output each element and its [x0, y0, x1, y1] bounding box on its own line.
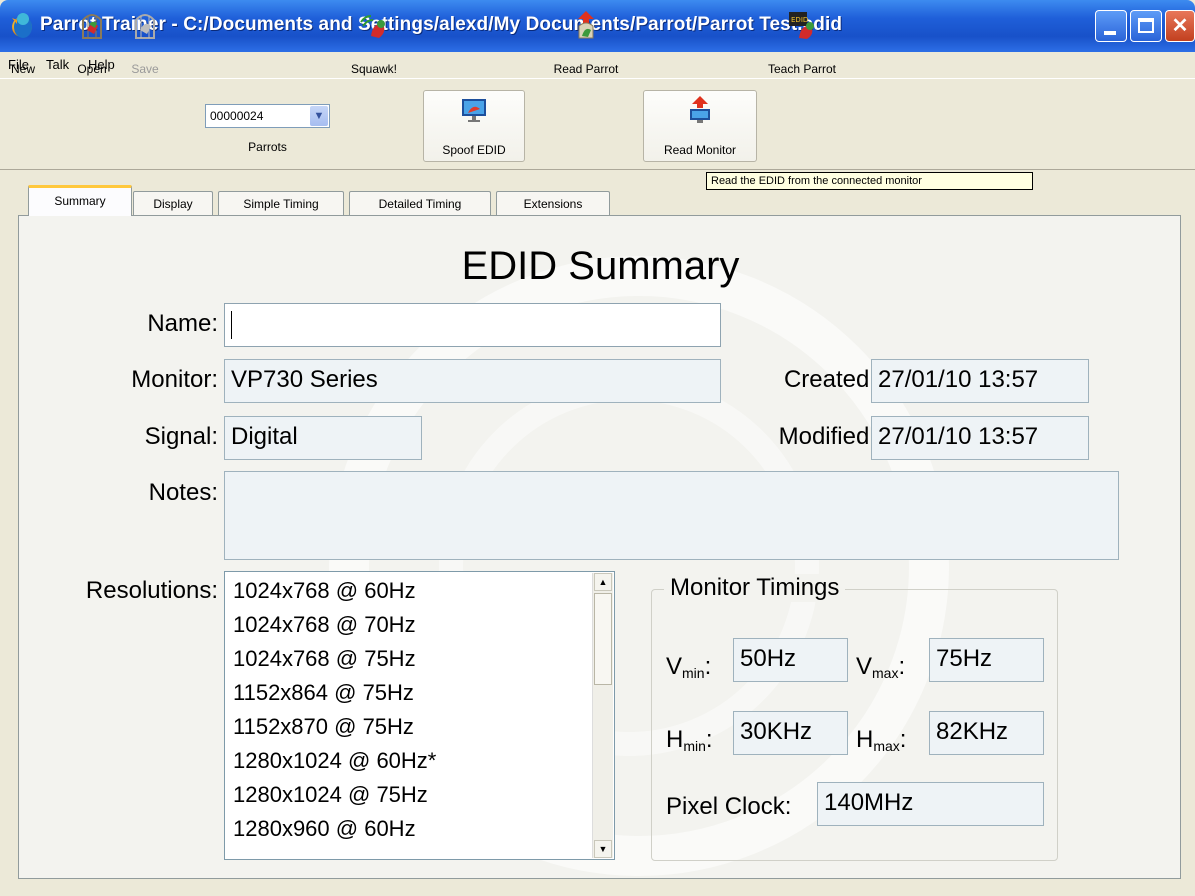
open-label: Open: [77, 62, 107, 76]
squawk-label: Squawk!: [350, 62, 398, 76]
read-parrot-button[interactable]: Read Parrot: [538, 6, 634, 82]
min-subscript: min: [683, 738, 706, 754]
spoof-edid-label: Spoof EDID: [442, 143, 506, 157]
vmax-label: Vmax:: [856, 653, 905, 681]
chevron-down-icon[interactable]: ▼: [310, 106, 328, 126]
hmax-field: 82KHz: [929, 711, 1044, 755]
tab-display[interactable]: Display: [133, 191, 213, 215]
hmin-field: 30KHz: [733, 711, 848, 755]
teach-parrot-icon: EDID: [787, 10, 817, 40]
read-parrot-icon: [571, 10, 601, 40]
resolutions-list[interactable]: 1024x768 @ 60Hz 1024x768 @ 70Hz 1024x768…: [224, 571, 615, 860]
scroll-up-arrow-icon[interactable]: ▲: [594, 573, 612, 591]
svg-text:EDID: EDID: [791, 16, 808, 24]
save-label: Save: [131, 62, 159, 76]
max-subscript: max: [872, 665, 899, 681]
colon: :: [899, 726, 907, 753]
created-field: 27/01/10 13:57: [871, 359, 1089, 403]
read-monitor-button[interactable]: Read Monitor: [643, 90, 757, 162]
list-item[interactable]: 1280x1024 @ 60Hz*: [233, 748, 436, 774]
tab-simple-timing[interactable]: Simple Timing: [218, 191, 344, 215]
save-button[interactable]: Save: [126, 6, 164, 82]
signal-field: Digital: [224, 416, 422, 460]
maximize-button[interactable]: [1130, 10, 1162, 42]
monitor-field: VP730 Series: [224, 359, 721, 403]
app-window: Parrot Trainer - C:/Documents and Settin…: [0, 0, 1195, 896]
spoof-edid-button[interactable]: Spoof EDID: [423, 90, 525, 162]
hmax-label: Hmax:: [856, 726, 906, 754]
minimize-icon: [1104, 31, 1116, 35]
colon: :: [704, 653, 712, 680]
teach-parrot-label: Teach Parrot: [767, 62, 837, 76]
open-button[interactable]: Open: [70, 6, 114, 82]
resolutions-label: Resolutions:: [85, 577, 218, 604]
monitor-timings-title: Monitor Timings: [664, 574, 846, 602]
list-item[interactable]: 1152x864 @ 75Hz: [233, 680, 414, 706]
parrots-select[interactable]: 00000024 ▼: [205, 104, 330, 128]
parrots-select-value: 00000024: [210, 109, 264, 123]
new-label: New: [10, 62, 35, 76]
read-monitor-icon: [685, 95, 715, 125]
page-title: EDID Summary: [461, 244, 740, 288]
close-button[interactable]: ✕: [1165, 10, 1195, 42]
vmax-field: 75Hz: [929, 638, 1044, 682]
v-letter: V: [666, 653, 683, 680]
created-label: Created:: [783, 366, 876, 393]
scroll-down-arrow-icon[interactable]: ▼: [594, 840, 612, 858]
close-icon: ✕: [1171, 15, 1189, 37]
open-cage-icon: [77, 10, 107, 40]
colon: :: [898, 653, 906, 680]
name-label: Name:: [147, 310, 218, 337]
hmin-label: Hmin:: [666, 726, 713, 754]
max-subscript: max: [873, 738, 900, 754]
new-parrot-icon: [8, 10, 38, 40]
squawk-parrot-icon: [359, 10, 389, 40]
min-subscript: min: [682, 665, 705, 681]
monitor-label: Monitor:: [131, 366, 218, 393]
colon: :: [705, 726, 713, 753]
list-item[interactable]: 1024x768 @ 60Hz: [233, 578, 416, 604]
list-item[interactable]: 1024x768 @ 75Hz: [233, 646, 416, 672]
list-item[interactable]: 1280x960 @ 60Hz: [233, 816, 416, 842]
resolutions-scrollbar[interactable]: ▲ ▼: [592, 573, 613, 858]
summary-panel: EDID Summary Name: Monitor: VP730 Series…: [18, 215, 1181, 879]
new-button[interactable]: New: [6, 6, 40, 82]
list-item[interactable]: 1152x870 @ 75Hz: [233, 714, 414, 740]
menu-talk[interactable]: Talk: [46, 57, 69, 72]
tab-detailed-timing[interactable]: Detailed Timing: [349, 191, 491, 215]
v-letter: V: [856, 653, 873, 680]
minimize-button[interactable]: [1095, 10, 1127, 42]
vmin-field: 50Hz: [733, 638, 848, 682]
squawk-button[interactable]: Squawk!: [344, 6, 404, 82]
signal-label: Signal:: [144, 423, 218, 450]
toolbar: [0, 78, 1195, 170]
read-monitor-label: Read Monitor: [663, 143, 737, 157]
save-cage-icon: [130, 10, 160, 40]
maximize-icon: [1138, 18, 1154, 33]
name-field[interactable]: [224, 303, 721, 347]
parrots-label: Parrots: [248, 140, 287, 154]
tab-summary[interactable]: Summary: [28, 185, 132, 216]
vmin-label: Vmin:: [666, 653, 711, 681]
teach-parrot-button[interactable]: EDID Teach Parrot: [764, 6, 840, 82]
text-caret: [231, 310, 232, 339]
list-item[interactable]: 1024x768 @ 70Hz: [233, 612, 416, 638]
h-letter: H: [666, 726, 684, 753]
read-parrot-label: Read Parrot: [553, 62, 619, 76]
modified-field: 27/01/10 13:57: [871, 416, 1089, 460]
tab-extensions[interactable]: Extensions: [496, 191, 610, 215]
list-item[interactable]: 1280x1024 @ 75Hz: [233, 782, 428, 808]
spoof-monitor-icon: [459, 95, 489, 125]
pixel-clock-label: Pixel Clock:: [666, 793, 792, 820]
read-monitor-tooltip: Read the EDID from the connected monitor: [706, 172, 1033, 190]
notes-field[interactable]: [224, 471, 1119, 560]
pixel-clock-field: 140MHz: [817, 782, 1044, 826]
modified-label: Modified:: [778, 423, 876, 450]
notes-label: Notes:: [148, 479, 218, 506]
h-letter: H: [856, 726, 874, 753]
scroll-thumb[interactable]: [594, 593, 612, 685]
